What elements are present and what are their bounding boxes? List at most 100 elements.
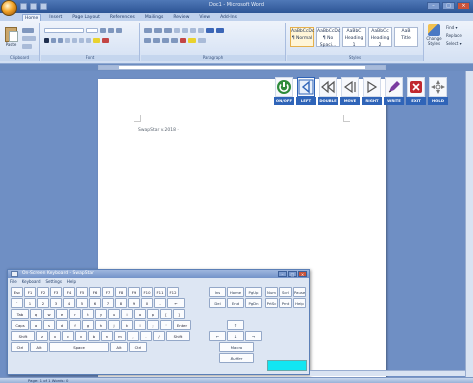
key[interactable]: n xyxy=(101,331,113,341)
move-button[interactable]: MOVE xyxy=(340,77,360,106)
tab-key[interactable]: Tab xyxy=(11,309,29,319)
enter-key[interactable]: Enter xyxy=(173,320,191,330)
font-size-select[interactable] xyxy=(86,28,98,33)
onoff-button[interactable]: ON/OFF xyxy=(274,77,294,106)
key[interactable]: e xyxy=(56,309,68,319)
key[interactable]: [ xyxy=(160,309,172,319)
ctrl-key[interactable]: Ctrl xyxy=(129,342,147,352)
menu-help[interactable]: Help xyxy=(67,279,76,284)
key[interactable]: v xyxy=(75,331,87,341)
key[interactable]: - xyxy=(154,298,166,308)
key[interactable]: b xyxy=(88,331,100,341)
key[interactable]: . xyxy=(140,331,152,341)
alt-key[interactable]: Alt xyxy=(110,342,128,352)
key[interactable]: ] xyxy=(173,309,185,319)
increase-indent-icon[interactable] xyxy=(182,28,188,33)
key[interactable]: F10 xyxy=(141,287,153,297)
key[interactable]: u xyxy=(108,309,120,319)
close-button[interactable]: × xyxy=(457,2,470,10)
key[interactable]: w xyxy=(43,309,55,319)
key[interactable]: 5 xyxy=(76,298,88,308)
exit-button[interactable]: EXIT xyxy=(406,77,426,106)
key[interactable]: F2 xyxy=(37,287,49,297)
vertical-scrollbar[interactable] xyxy=(465,71,473,383)
ltr-icon[interactable] xyxy=(216,28,224,33)
buffer-key[interactable]: Buffer xyxy=(219,353,254,363)
copy-icon[interactable] xyxy=(22,36,36,41)
key[interactable]: h xyxy=(95,320,107,330)
osk-maximize-button[interactable]: □ xyxy=(288,271,297,277)
cut-icon[interactable] xyxy=(22,28,34,33)
key[interactable]: 9 xyxy=(128,298,140,308)
arrow-left-key[interactable]: ← xyxy=(209,331,226,341)
key[interactable]: F3 xyxy=(50,287,62,297)
tab-page-layout[interactable]: Page Layout xyxy=(70,14,102,21)
office-button[interactable] xyxy=(1,0,17,16)
key[interactable]: i xyxy=(121,309,133,319)
subscript-icon[interactable] xyxy=(72,38,77,43)
tab-view[interactable]: View xyxy=(197,14,212,21)
osk-title-bar[interactable]: On-Screen Keyboard - SwapStar – □ × xyxy=(8,270,309,278)
key[interactable]: ` xyxy=(11,298,23,308)
style-heading-2[interactable]: AaBbCc Heading 2 xyxy=(368,27,392,48)
key[interactable]: s xyxy=(43,320,55,330)
align-right-icon[interactable] xyxy=(162,38,169,43)
menu-keyboard[interactable]: Keyboard xyxy=(22,279,41,284)
help-key[interactable]: Help xyxy=(293,298,306,308)
key[interactable]: x xyxy=(49,331,61,341)
delete-key[interactable]: Del xyxy=(209,298,226,308)
print-key[interactable]: Prnt xyxy=(279,298,292,308)
grow-font-icon[interactable] xyxy=(100,28,106,33)
change-case-icon[interactable] xyxy=(86,38,91,43)
find-button[interactable]: Find ▾ xyxy=(446,24,472,32)
replace-button[interactable]: Replace xyxy=(446,32,472,40)
key[interactable]: Esc xyxy=(11,287,23,297)
horizontal-scrollbar[interactable] xyxy=(310,370,465,376)
osk-minimize-button[interactable]: – xyxy=(278,271,287,277)
key[interactable]: 7 xyxy=(102,298,114,308)
pause-key[interactable]: Pause xyxy=(293,287,306,297)
style-normal[interactable]: AaBbCcDc ¶ Normal xyxy=(290,27,314,47)
key[interactable]: l xyxy=(134,320,146,330)
key[interactable]: F11 xyxy=(154,287,166,297)
bold-icon[interactable] xyxy=(44,38,49,43)
caps-lock-key[interactable]: Caps xyxy=(11,320,29,330)
change-styles-button[interactable]: Change Styles xyxy=(425,24,443,48)
page-up-key[interactable]: PgUp xyxy=(245,287,262,297)
key[interactable]: t xyxy=(82,309,94,319)
space-key[interactable]: Space xyxy=(49,342,109,352)
font-color-icon[interactable] xyxy=(102,38,109,43)
key[interactable]: 4 xyxy=(63,298,75,308)
decrease-indent-icon[interactable] xyxy=(174,28,180,33)
tab-insert[interactable]: Insert xyxy=(47,14,64,21)
alt-key[interactable]: Alt xyxy=(30,342,48,352)
key[interactable]: 1 xyxy=(24,298,36,308)
tab-add-ins[interactable]: Add-Ins xyxy=(218,14,239,21)
key[interactable]: a xyxy=(30,320,42,330)
key[interactable]: r xyxy=(69,309,81,319)
key[interactable]: 3 xyxy=(50,298,62,308)
tab-references[interactable]: References xyxy=(108,14,137,21)
key[interactable]: 6 xyxy=(89,298,101,308)
key[interactable]: k xyxy=(121,320,133,330)
shrink-font-icon[interactable] xyxy=(108,28,114,33)
shading-icon[interactable] xyxy=(188,38,196,43)
num-lock-key[interactable]: Num xyxy=(265,287,278,297)
horizontal-ruler[interactable] xyxy=(98,65,386,70)
buffer-display[interactable] xyxy=(267,360,307,371)
write-button[interactable]: WRITE xyxy=(384,77,404,106)
right-button[interactable]: RIGHT xyxy=(362,77,382,106)
key[interactable]: F4 xyxy=(63,287,75,297)
style-title[interactable]: AaB Title xyxy=(394,27,418,47)
scroll-lock-key[interactable]: Scrl xyxy=(279,287,292,297)
double-button[interactable]: DOUBLE xyxy=(318,77,338,106)
shift-key[interactable]: Shift xyxy=(11,331,35,341)
key[interactable]: ; xyxy=(147,320,159,330)
key[interactable]: z xyxy=(36,331,48,341)
key[interactable]: g xyxy=(82,320,94,330)
justify-icon[interactable] xyxy=(171,38,178,43)
clear-format-icon[interactable] xyxy=(116,28,122,33)
document-text[interactable]: SwapStar v.2018 · xyxy=(138,128,179,133)
font-name-select[interactable] xyxy=(44,28,84,33)
key[interactable]: 8 xyxy=(115,298,127,308)
